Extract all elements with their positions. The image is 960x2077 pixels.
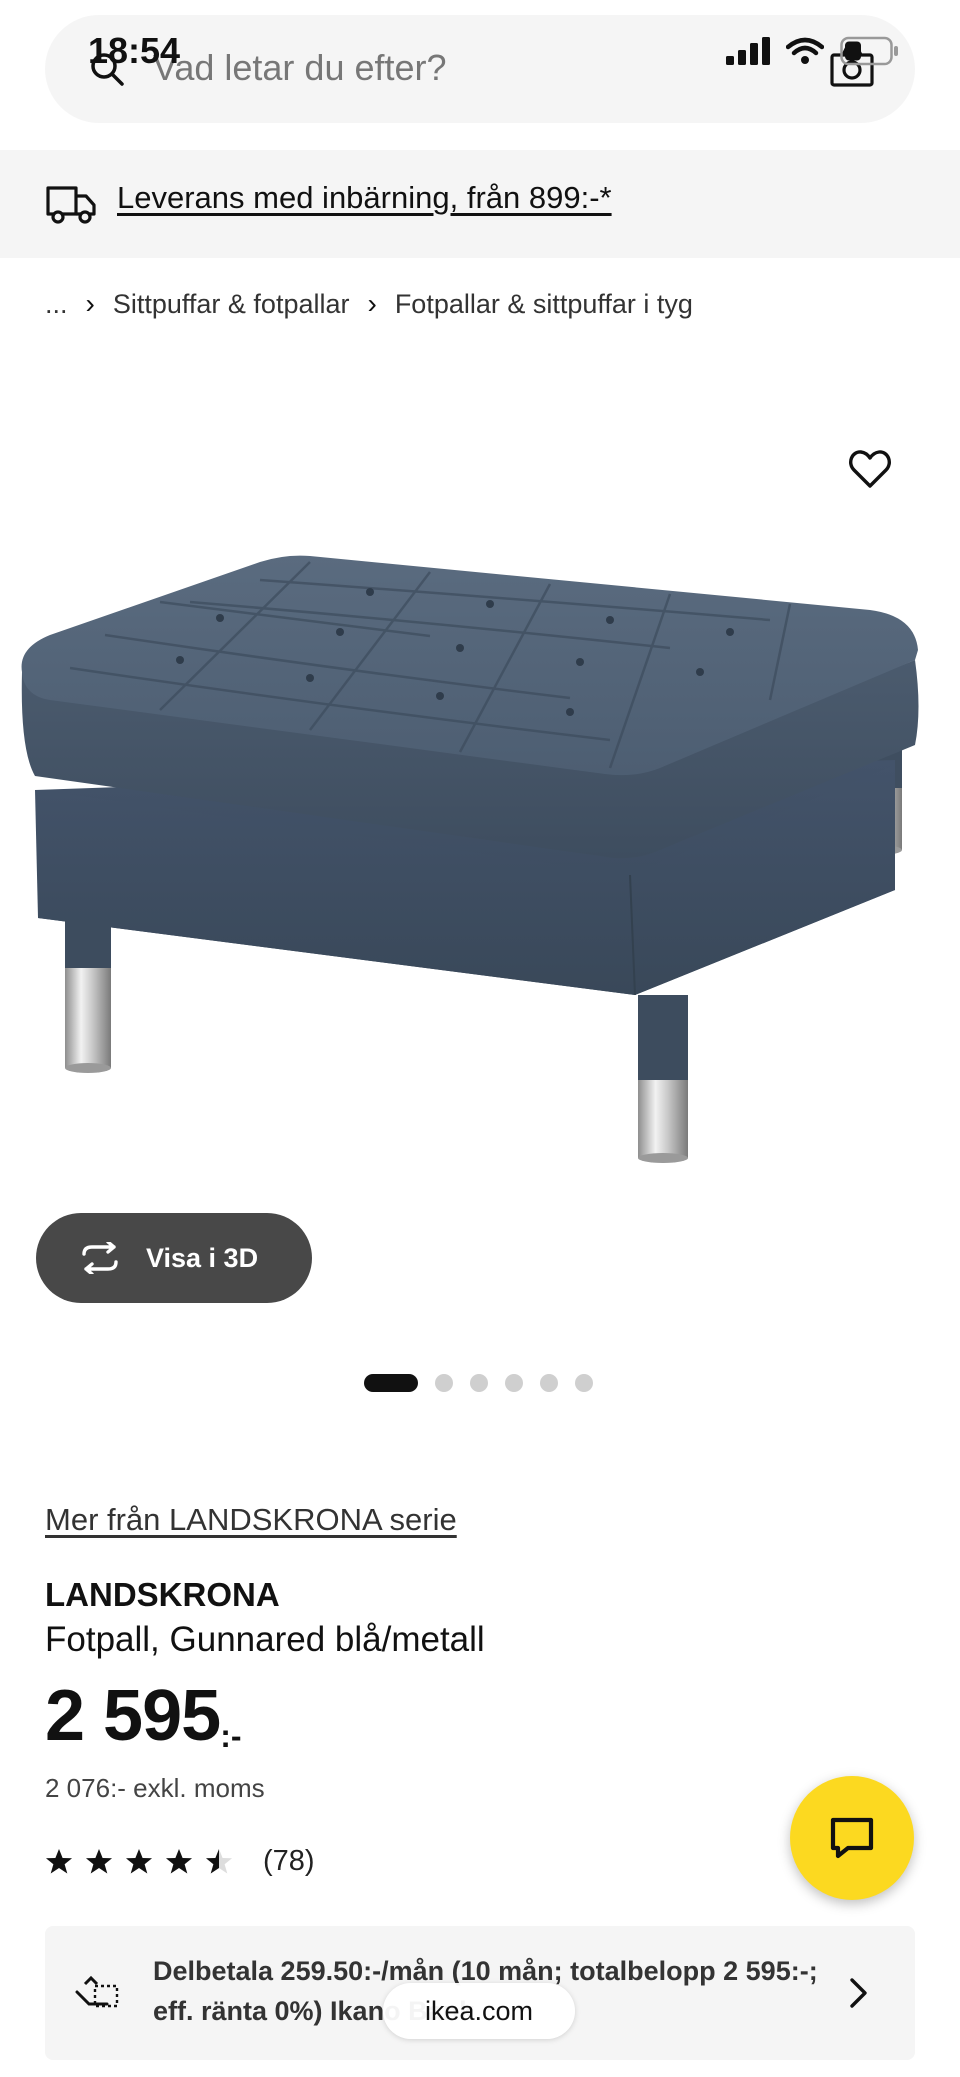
signal-icon — [726, 37, 770, 65]
chevron-right-icon: › — [367, 288, 377, 319]
search-input[interactable]: Vad letar du efter? — [153, 45, 447, 92]
carousel-dot[interactable] — [540, 1374, 558, 1392]
carousel-dot[interactable] — [575, 1374, 593, 1392]
star-icon — [166, 1848, 192, 1873]
breadcrumb-ellipsis[interactable]: ... — [45, 289, 68, 320]
carousel-dots — [364, 1374, 593, 1392]
truck-icon — [46, 186, 96, 224]
chevron-right-icon: › — [85, 288, 95, 319]
star-icon — [206, 1848, 232, 1873]
carousel-dot[interactable] — [364, 1374, 418, 1392]
breadcrumb: ... › Sittpuffar & fotpallar › Fotpallar… — [45, 288, 693, 320]
chevron-right-icon[interactable] — [847, 1976, 871, 2010]
view-3d-button[interactable]: Visa i 3D — [36, 1213, 312, 1303]
carousel-dot[interactable] — [470, 1374, 488, 1392]
product-image — [21, 555, 919, 1163]
battery-icon — [840, 36, 898, 66]
chat-button[interactable] — [790, 1776, 914, 1900]
price-amount: 2 595 — [45, 1676, 221, 1756]
breadcrumb-item[interactable]: Sittpuffar & fotpallar — [113, 289, 350, 320]
breadcrumb-item[interactable]: Fotpallar & sittpuffar i tyg — [395, 289, 693, 320]
price-excl-vat: 2 076:- exkl. moms — [45, 1773, 265, 1803]
installment-icon — [75, 1975, 119, 2008]
rotate-3d-icon — [82, 1242, 118, 1274]
carousel-dot[interactable] — [505, 1374, 523, 1392]
series-link[interactable]: Mer från LANDSKRONA serie — [45, 1502, 457, 1538]
view-3d-label: Visa i 3D — [146, 1242, 259, 1273]
delivery-banner[interactable]: Leverans med inbärning, från 899:-* — [0, 150, 960, 258]
product-description: Fotpall, Gunnared blå/metall — [45, 1620, 485, 1659]
product-price: 2 595 :- — [45, 1680, 242, 1755]
chat-icon — [830, 1817, 874, 1859]
product-name: LANDSKRONA — [45, 1576, 280, 1613]
carousel-dot[interactable] — [435, 1374, 453, 1392]
price-suffix: :- — [220, 1718, 242, 1754]
star-icon — [126, 1848, 152, 1873]
status-icons — [726, 36, 900, 66]
status-time: 18:54 — [88, 30, 181, 71]
delivery-link[interactable]: Leverans med inbärning, från 899:-* — [117, 180, 612, 216]
star-icon — [86, 1848, 112, 1873]
browser-url-pill[interactable]: ikea.com — [383, 1983, 575, 2039]
rating[interactable]: (78) — [45, 1845, 315, 1878]
wifi-icon — [786, 37, 824, 64]
review-count[interactable]: (78) — [263, 1845, 315, 1878]
star-icon — [46, 1848, 72, 1873]
heart-icon[interactable] — [848, 448, 892, 490]
